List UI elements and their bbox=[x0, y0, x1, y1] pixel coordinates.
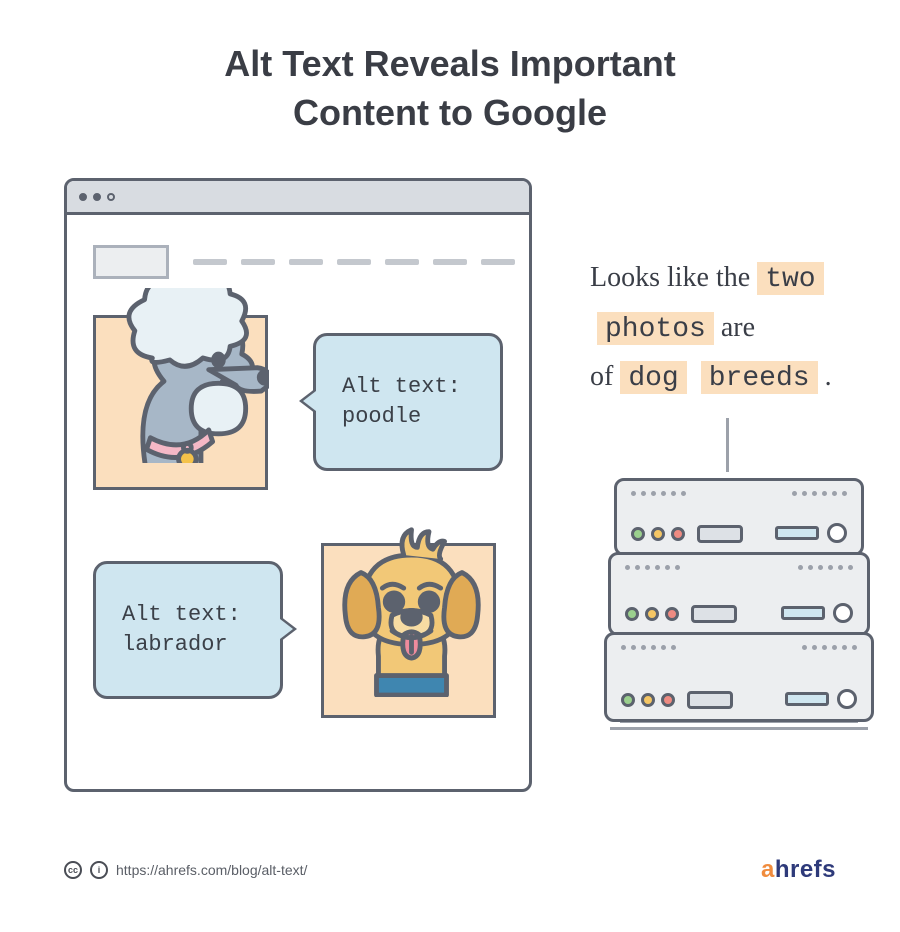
caption-text: of bbox=[590, 361, 620, 392]
traffic-light-close-icon bbox=[79, 193, 87, 201]
poodle-dog-icon bbox=[94, 288, 269, 463]
nav-line-icon bbox=[385, 259, 419, 265]
highlight-word: breeds bbox=[701, 361, 818, 394]
diagram-stage: Alt text:poodle bbox=[64, 178, 840, 818]
drive-slot-icon bbox=[687, 691, 733, 709]
indicator-bar-icon bbox=[785, 692, 829, 706]
cc-license-icon: cc bbox=[64, 861, 82, 879]
connector-line-icon bbox=[726, 418, 729, 472]
browser-titlebar bbox=[67, 181, 529, 215]
server-unit bbox=[608, 552, 870, 636]
nav-line-icon bbox=[241, 259, 275, 265]
traffic-light-max-icon bbox=[107, 193, 115, 201]
power-knob-icon bbox=[827, 523, 847, 543]
google-thought-caption: Looks like the two photos are of dog bre… bbox=[590, 254, 850, 403]
highlight-word: two bbox=[757, 262, 823, 295]
logo-rest: hrefs bbox=[775, 856, 836, 883]
labrador-dog-icon bbox=[324, 522, 499, 697]
alt-text-label: Alt text:poodle bbox=[342, 372, 461, 431]
server-unit bbox=[614, 478, 864, 556]
caption-text: . bbox=[825, 361, 832, 392]
alt-text-label: Alt text:labrador bbox=[122, 600, 241, 659]
browser-body: Alt text:poodle bbox=[67, 215, 529, 786]
bubble-tail-icon bbox=[299, 388, 316, 414]
status-led-red-icon bbox=[661, 693, 675, 707]
bubble-tail-icon bbox=[280, 616, 297, 642]
indicator-bar-icon bbox=[775, 526, 819, 540]
highlight-word: photos bbox=[597, 312, 714, 345]
server-unit bbox=[604, 632, 874, 722]
title-line-1: Alt Text Reveals Important bbox=[224, 43, 675, 84]
browser-window: Alt text:poodle bbox=[64, 178, 532, 792]
status-led-green-icon bbox=[625, 607, 639, 621]
alt-text-bubble-poodle: Alt text:poodle bbox=[313, 333, 503, 471]
nav-line-icon bbox=[193, 259, 227, 265]
highlight-word: dog bbox=[620, 361, 686, 394]
logo-letter: a bbox=[761, 856, 775, 883]
attribution: cc i https://ahrefs.com/blog/alt-text/ bbox=[64, 861, 307, 879]
nav-line-icon bbox=[337, 259, 371, 265]
drive-slot-icon bbox=[697, 525, 743, 543]
source-url: https://ahrefs.com/blog/alt-text/ bbox=[116, 862, 307, 878]
image-card-poodle bbox=[93, 315, 268, 490]
page-title: Alt Text Reveals Important Content to Go… bbox=[0, 0, 900, 137]
status-led-yellow-icon bbox=[651, 527, 665, 541]
drive-slot-icon bbox=[691, 605, 737, 623]
status-led-yellow-icon bbox=[641, 693, 655, 707]
caption-text: are bbox=[721, 312, 755, 343]
footer: cc i https://ahrefs.com/blog/alt-text/ a… bbox=[64, 856, 836, 884]
title-line-2: Content to Google bbox=[293, 92, 607, 133]
indicator-bar-icon bbox=[781, 606, 825, 620]
nav-line-icon bbox=[481, 259, 515, 265]
rack-base-icon bbox=[610, 727, 868, 730]
cc-by-icon: i bbox=[90, 861, 108, 879]
ahrefs-logo: ahrefs bbox=[761, 856, 836, 884]
power-knob-icon bbox=[833, 603, 853, 623]
status-led-red-icon bbox=[671, 527, 685, 541]
alt-text-bubble-labrador: Alt text:labrador bbox=[93, 561, 283, 699]
placeholder-nav bbox=[193, 259, 515, 265]
nav-line-icon bbox=[289, 259, 323, 265]
image-card-labrador bbox=[321, 543, 496, 718]
power-knob-icon bbox=[837, 689, 857, 709]
traffic-light-min-icon bbox=[93, 193, 101, 201]
status-led-red-icon bbox=[665, 607, 679, 621]
placeholder-logo bbox=[93, 245, 169, 279]
status-led-yellow-icon bbox=[645, 607, 659, 621]
caption-text: Looks like the bbox=[590, 262, 757, 293]
server-rack-icon bbox=[604, 478, 874, 730]
nav-line-icon bbox=[433, 259, 467, 265]
status-led-green-icon bbox=[631, 527, 645, 541]
status-led-green-icon bbox=[621, 693, 635, 707]
